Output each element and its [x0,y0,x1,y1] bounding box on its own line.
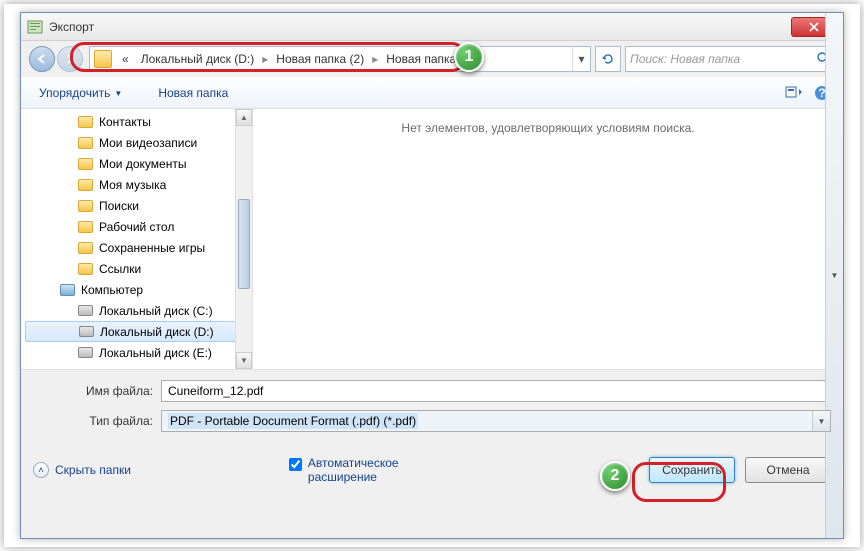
content-area: Контакты Мои видеозаписи Мои документы Моя … [21,109,843,369]
filetype-label: Тип файла: [33,414,161,428]
tree-item[interactable]: Локальный диск (C:) [21,300,252,321]
scroll-down-button[interactable]: ▼ [236,352,252,369]
forward-button[interactable] [57,46,83,72]
annotation-badge-1: 1 [454,42,484,72]
search-placeholder: Поиск: Новая папка [630,52,740,66]
folder-icon [77,177,93,193]
tree-item[interactable]: Мои видеозаписи [21,132,252,153]
tree-item-label: Локальный диск (D:) [100,325,214,339]
breadcrumb-item[interactable]: Новая папка (2) [270,52,370,66]
tree-item-label: Рабочий стол [99,220,174,234]
empty-message: Нет элементов, удовлетворяющих условиям … [401,121,694,135]
tree-item[interactable]: Компьютер [21,279,252,300]
chevron-right-icon: ▸ [260,52,270,66]
tree-item-label: Локальный диск (C:) [99,304,213,318]
refresh-button[interactable] [595,46,621,72]
breadcrumb-item[interactable]: Локальный диск (D:) [135,52,261,66]
tree-item[interactable]: Локальный диск (D:) [25,321,248,342]
tree-item[interactable]: Рабочий стол [21,216,252,237]
filename-label: Имя файла: [33,384,161,398]
tree-item-label: Моя музыка [99,178,166,192]
tree-item-label: Локальный диск (E:) [99,346,212,360]
tree-item-label: Поиски [99,199,139,213]
computer-icon [59,282,75,298]
tree-item[interactable]: Ссылки [21,258,252,279]
tree-item-label: Мои документы [99,157,186,171]
folder-icon [94,50,112,68]
tree-item[interactable]: Мои документы [21,153,252,174]
new-folder-label: Новая папка [158,86,228,100]
new-folder-button[interactable]: Новая папка [150,82,236,104]
scrollbar[interactable]: ▲ ▼ [235,109,252,369]
footer: ˄ Скрыть папки Автоматическое расширение… [21,446,843,494]
auto-extension-checkbox[interactable]: Автоматическое расширение [289,456,418,484]
tree-item[interactable]: Моя музыка [21,174,252,195]
drive-icon [78,324,94,340]
drive-icon [77,303,93,319]
chevron-down-icon: ▼ [114,89,122,98]
save-label: Сохранить [662,463,722,477]
cancel-label: Отмена [766,463,809,477]
auto-ext-check[interactable] [289,458,302,471]
chevron-up-icon: ˄ [33,462,49,478]
back-button[interactable] [29,46,55,72]
view-options-button[interactable] [783,82,805,104]
scroll-up-button[interactable]: ▲ [236,109,252,126]
folder-icon [77,219,93,235]
filetype-value: PDF - Portable Document Format (.pdf) (*… [168,413,418,429]
filename-value: Cuneiform_12.pdf [168,384,263,398]
folder-icon [77,198,93,214]
folder-tree: Контакты Мои видеозаписи Мои документы Моя … [21,109,253,369]
folder-icon [77,261,93,277]
toolbar: Упорядочить ▼ Новая папка ? [21,77,843,109]
tree-item[interactable]: Поиски [21,195,252,216]
save-button[interactable]: Сохранить [649,457,735,483]
bottom-panel: Имя файла: Cuneiform_12.pdf ▼ Тип файла:… [21,369,843,446]
tree-item-label: Ссылки [99,262,141,276]
tree-item[interactable]: Контакты [21,111,252,132]
drive-icon [77,345,93,361]
titlebar: Экспорт [21,13,843,41]
folder-icon [77,135,93,151]
breadcrumb-item[interactable]: Новая папка [380,52,462,66]
folder-icon [77,114,93,130]
tree-item-label: Компьютер [81,283,143,297]
tree-item[interactable]: Локальный диск (E:) [21,342,252,363]
nav-bar: « Локальный диск (D:) ▸ Новая папка (2) … [21,41,843,77]
tree-item-label: Контакты [99,115,151,129]
chevron-down-icon[interactable]: ▼ [825,13,843,538]
folder-icon [77,156,93,172]
organize-label: Упорядочить [39,86,110,100]
address-bar[interactable]: « Локальный диск (D:) ▸ Новая папка (2) … [89,46,591,72]
folder-icon [77,240,93,256]
hide-folders-link[interactable]: ˄ Скрыть папки [33,462,131,478]
filetype-select[interactable]: PDF - Portable Document Format (.pdf) (*… [161,410,831,432]
tree-item-label: Сохраненные игры [99,241,205,255]
chevron-right-icon: ▸ [370,52,380,66]
tree-item[interactable]: Сохраненные игры [21,237,252,258]
app-icon [27,19,43,35]
hide-folders-label: Скрыть папки [55,463,131,477]
window-title: Экспорт [49,20,791,34]
organize-menu[interactable]: Упорядочить ▼ [31,82,130,104]
chevron-down-icon[interactable]: ▼ [812,411,830,431]
cancel-button[interactable]: Отмена [745,457,831,483]
file-list[interactable]: Нет элементов, удовлетворяющих условиям … [253,109,843,369]
search-input[interactable]: Поиск: Новая папка [625,46,835,72]
annotation-badge-2: 2 [600,461,630,491]
tree-item-label: Мои видеозаписи [99,136,197,150]
filename-input[interactable]: Cuneiform_12.pdf ▼ [161,380,831,402]
breadcrumb-prefix: « [116,52,135,66]
auto-ext-label: Автоматическое расширение [308,456,418,484]
scroll-thumb[interactable] [238,199,250,289]
dialog-window: Экспорт « Локальный диск (D:) ▸ Новая па… [20,12,844,539]
address-dropdown[interactable]: ▾ [572,47,590,71]
